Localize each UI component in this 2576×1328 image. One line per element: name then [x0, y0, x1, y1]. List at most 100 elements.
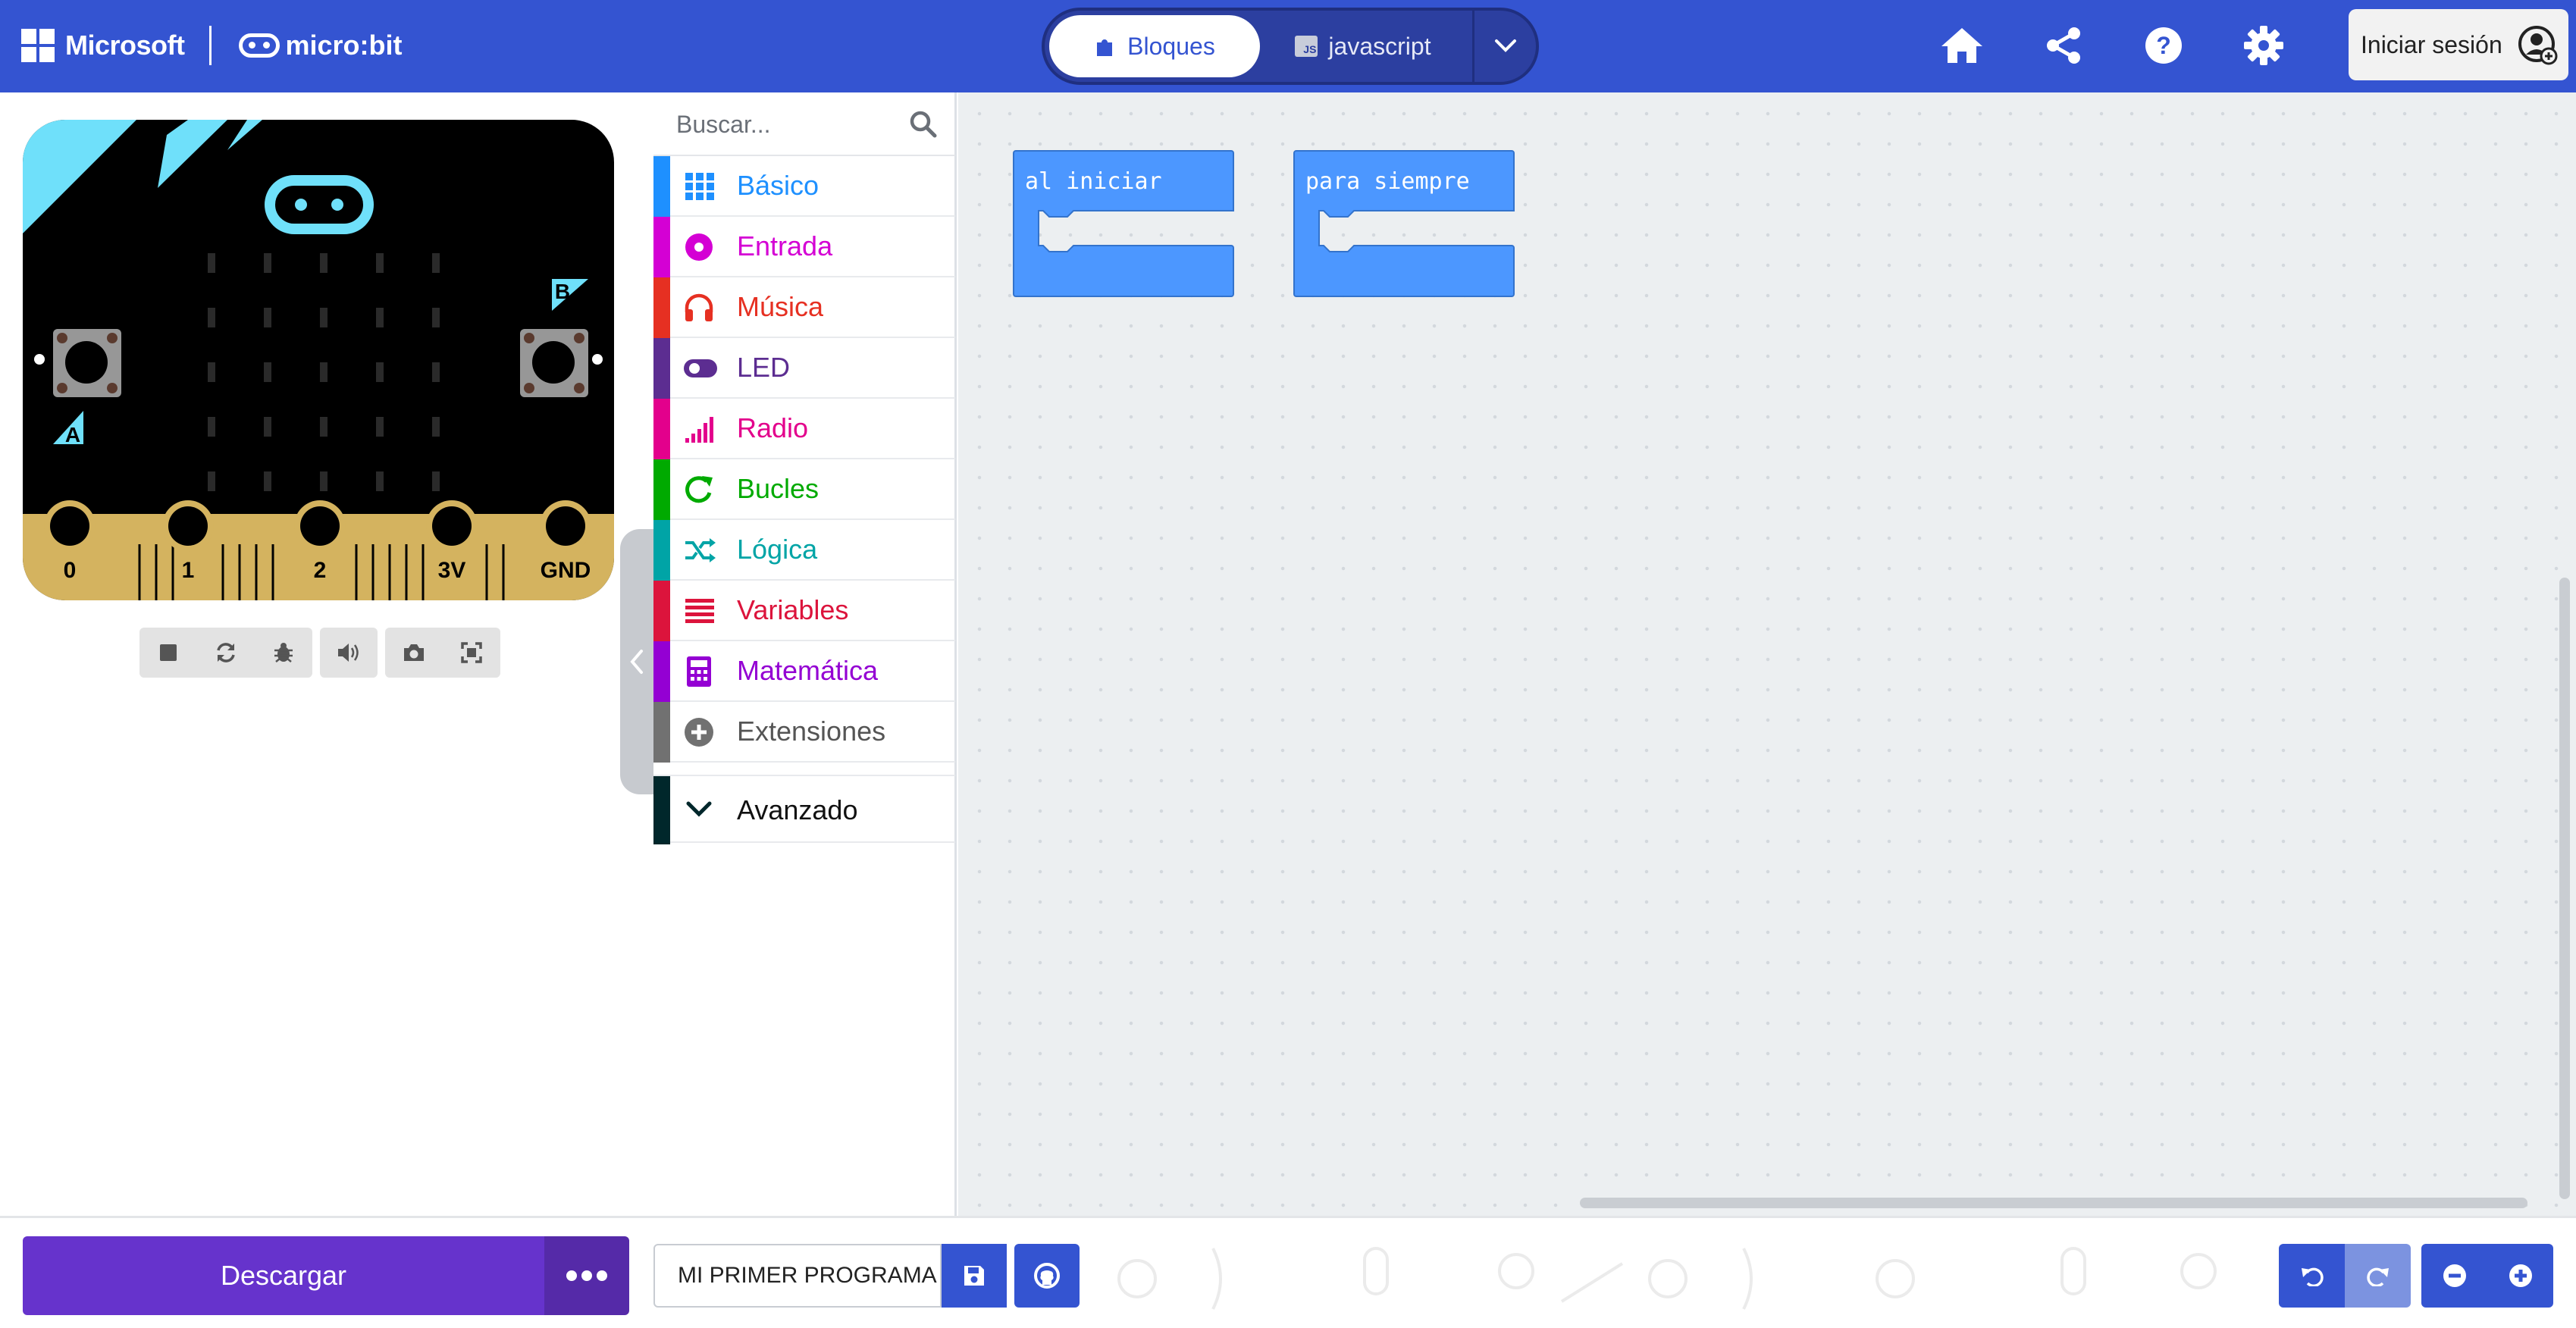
- input-icon: [685, 233, 713, 261]
- signin-label: Iniciar sesión: [2361, 30, 2502, 58]
- pin-label: GND: [541, 558, 591, 583]
- download-button[interactable]: Descargar: [23, 1236, 544, 1315]
- background-doodle: [1117, 1247, 2217, 1310]
- debug-button[interactable]: [255, 628, 312, 678]
- category-label: Bucles: [737, 473, 819, 504]
- signal-icon: [685, 417, 713, 443]
- zoom-out-button[interactable]: [2421, 1244, 2487, 1308]
- fullscreen-button[interactable]: [443, 628, 500, 678]
- vertical-scrollbar[interactable]: [2559, 578, 2570, 1199]
- fullscreen-icon: [461, 642, 482, 663]
- bottom-bar: Descargar: [0, 1216, 2576, 1328]
- toolbox-search: [653, 92, 955, 156]
- list-icon: [685, 599, 714, 623]
- download-label: Descargar: [220, 1260, 347, 1291]
- block-forever-label: para siempre: [1305, 168, 1470, 195]
- zoom-in-button[interactable]: [2487, 1244, 2553, 1308]
- category-label: Radio: [737, 412, 809, 443]
- share-button[interactable]: [2036, 18, 2091, 73]
- user-icon: [2518, 26, 2558, 65]
- help-button[interactable]: ?: [2136, 18, 2191, 73]
- redo-button[interactable]: [2345, 1244, 2411, 1308]
- category-label: Avanzado: [737, 794, 858, 825]
- category-label: Variables: [737, 594, 849, 625]
- save-button[interactable]: [942, 1244, 1007, 1308]
- stop-button[interactable]: [139, 628, 197, 678]
- button-a-label: A: [65, 423, 80, 446]
- category-extensiones[interactable]: Extensiones: [653, 702, 955, 763]
- category-musica[interactable]: Música: [653, 277, 955, 338]
- brand-divider: [208, 26, 212, 65]
- js-icon: JS: [1295, 36, 1318, 57]
- sound-button[interactable]: [320, 628, 378, 678]
- category-label: Música: [737, 291, 824, 322]
- home-icon: [1941, 28, 1982, 63]
- tab-javascript-label: javascript: [1328, 32, 1431, 60]
- category-label: Extensiones: [737, 716, 886, 747]
- horizontal-scrollbar[interactable]: [1580, 1198, 2527, 1208]
- microbit-simulator[interactable]: A B 0 1 2 3V GND: [23, 120, 614, 600]
- brand-microbit: micro:bit: [285, 30, 403, 61]
- category-entrada[interactable]: Entrada: [653, 217, 955, 277]
- editor-mode-toggle: Bloques JS javascript: [1042, 8, 1539, 85]
- category-bucles[interactable]: Bucles: [653, 459, 955, 520]
- microsoft-logo-icon: [21, 29, 55, 62]
- sound-icon: [338, 644, 359, 662]
- toggle-icon: [684, 359, 717, 377]
- restart-button[interactable]: [197, 628, 255, 678]
- category-avanzado[interactable]: Avanzado: [653, 775, 955, 844]
- debug-icon: [274, 643, 293, 662]
- category-variables[interactable]: Variables: [653, 581, 955, 641]
- mode-dropdown-button[interactable]: [1475, 11, 1536, 82]
- toolbox: Básico Entrada Música LED Radio: [653, 92, 957, 1216]
- search-icon[interactable]: [908, 109, 939, 139]
- category-matematica[interactable]: Matemática: [653, 641, 955, 702]
- stop-icon: [160, 644, 177, 661]
- github-icon: [1034, 1263, 1060, 1289]
- zoom-group: [2421, 1244, 2553, 1308]
- search-input[interactable]: [676, 108, 896, 141]
- home-button[interactable]: [1935, 18, 1989, 73]
- project-name-input[interactable]: [653, 1244, 942, 1308]
- undo-button[interactable]: [2279, 1244, 2345, 1308]
- screenshot-button[interactable]: [385, 628, 443, 678]
- screenshot-icon: [404, 644, 424, 661]
- pin-label: 2: [314, 558, 327, 583]
- calculator-icon: [687, 656, 711, 687]
- save-icon: [964, 1266, 984, 1286]
- undo-redo-group: [2279, 1244, 2411, 1308]
- category-label: LED: [737, 352, 791, 383]
- top-bar: Microsoft micro:bit Bloques JS javascrip…: [0, 0, 2576, 92]
- brand-microsoft: Microsoft: [65, 30, 185, 61]
- category-radio[interactable]: Radio: [653, 399, 955, 459]
- github-button[interactable]: [1014, 1244, 1080, 1308]
- tab-blocks[interactable]: Bloques: [1049, 15, 1260, 77]
- category-label: Entrada: [737, 230, 833, 262]
- download-more-button[interactable]: [544, 1236, 629, 1315]
- share-icon: [2047, 27, 2080, 64]
- button-b-label: B: [555, 280, 570, 303]
- block-on-start-label: al iniciar: [1025, 168, 1162, 195]
- chevron-down-icon: [686, 801, 712, 817]
- blocks-workspace[interactable]: al iniciar para siempre: [958, 92, 2576, 1216]
- zoom-in-icon: [2509, 1264, 2532, 1287]
- simulator-controls: [139, 628, 500, 678]
- svg-text:?: ?: [2156, 32, 2171, 59]
- category-label: Básico: [737, 170, 819, 201]
- restart-icon: [217, 643, 235, 662]
- mode-divider: [1472, 11, 1474, 82]
- category-logica[interactable]: Lógica: [653, 520, 955, 581]
- tab-javascript[interactable]: JS javascript: [1272, 15, 1454, 77]
- undo-icon: [2301, 1267, 2324, 1286]
- signin-button[interactable]: Iniciar sesión: [2349, 9, 2568, 80]
- category-led[interactable]: LED: [653, 338, 955, 399]
- pin-label: 0: [64, 558, 77, 583]
- collapse-simulator-button[interactable]: [620, 529, 653, 794]
- shuffle-icon: [685, 538, 716, 562]
- puzzle-icon: [1097, 39, 1113, 56]
- settings-button[interactable]: [2236, 18, 2291, 73]
- zoom-out-icon: [2443, 1264, 2466, 1287]
- grid-icon: [685, 173, 714, 200]
- brand[interactable]: Microsoft micro:bit: [21, 23, 403, 68]
- category-basico[interactable]: Básico: [653, 156, 955, 217]
